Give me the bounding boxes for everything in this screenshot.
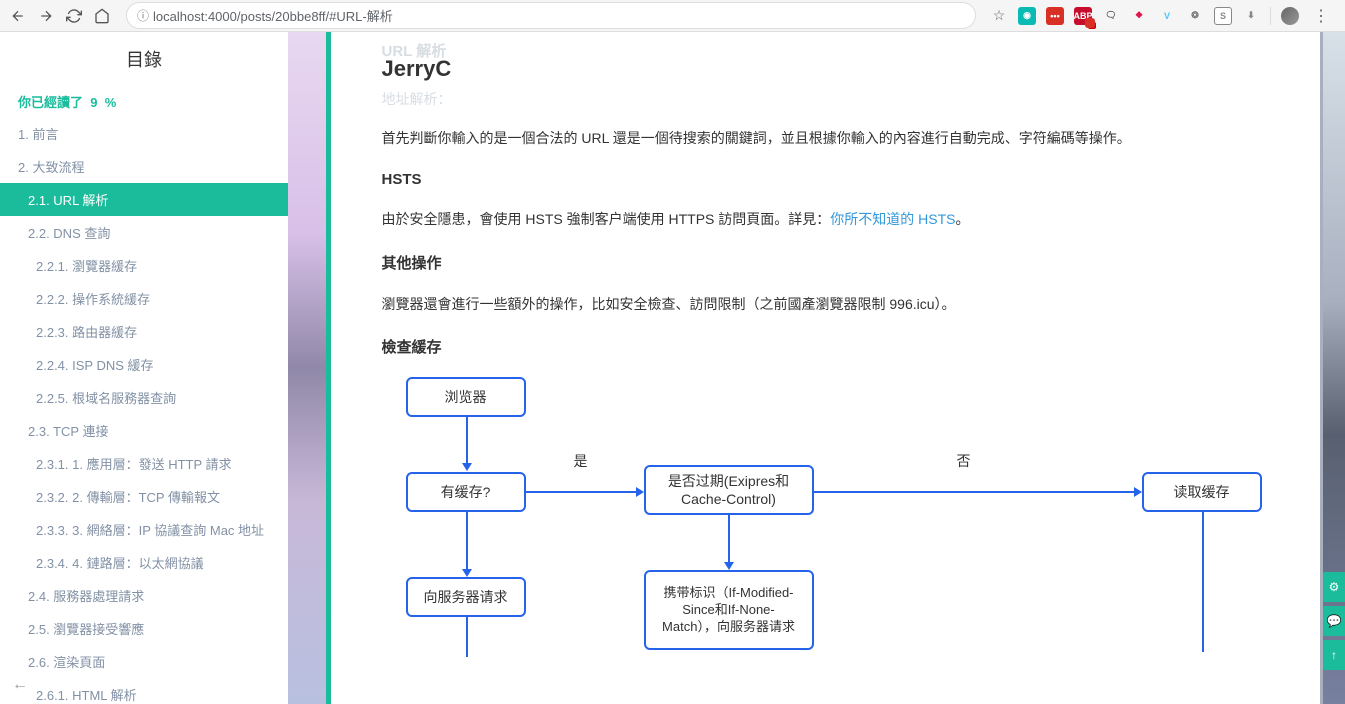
- url-host: localhost:4000/posts/20bbe8ff/#URL-解析: [153, 6, 393, 25]
- toc-sidebar: 目錄 你已經讀了 9 % 1. 前言2. 大致流程2.1. URL 解析2.2.…: [0, 32, 288, 704]
- reload-button[interactable]: [64, 6, 84, 26]
- toc-item-15[interactable]: 2.5. 瀏覽器接受響應: [0, 612, 288, 645]
- toc-item-13[interactable]: 2.3.4. 4. 鏈路層：以太網協議: [0, 546, 288, 579]
- extension-icon-7[interactable]: S: [1214, 7, 1232, 25]
- toc-item-14[interactable]: 2.4. 服務器處理請求: [0, 579, 288, 612]
- extension-icon-2[interactable]: •••: [1046, 7, 1064, 25]
- download-icon[interactable]: ⬇: [1242, 7, 1260, 25]
- toc-item-3[interactable]: 2.2. DNS 查詢: [0, 216, 288, 249]
- flowchart-yes-label: 是: [574, 451, 588, 471]
- abp-extension-icon[interactable]: ABP1: [1074, 7, 1092, 25]
- toc-item-1[interactable]: 2. 大致流程: [0, 150, 288, 183]
- float-action-buttons: ⚙ 💬 ↑: [1323, 572, 1345, 674]
- article-content: URL 解析 JerryC 地址解析： 首先判斷你輸入的是一個合法的 URL 還…: [326, 32, 1316, 704]
- flowchart-request-server-box: 向服务器请求: [406, 577, 526, 617]
- extension-icon-5[interactable]: V: [1158, 7, 1176, 25]
- toc-item-6[interactable]: 2.2.3. 路由器緩存: [0, 315, 288, 348]
- heading-hsts: HSTS: [382, 171, 1260, 188]
- flowchart-read-cache-box: 读取缓存: [1142, 472, 1262, 512]
- faded-section-text: 地址解析：: [382, 89, 1260, 109]
- comment-float-button[interactable]: 💬: [1323, 606, 1345, 636]
- paragraph-2: 由於安全隱患，會使用 HSTS 強制客户端使用 HTTPS 訪問頁面。詳見：你所…: [382, 208, 1260, 232]
- flowchart-browser-box: 浏览器: [406, 377, 526, 417]
- home-button[interactable]: [92, 6, 112, 26]
- cache-flowchart: 浏览器 有缓存? 是 是否过期(Exipres和Cache-Control) 否: [382, 377, 1260, 697]
- toc-item-0[interactable]: 1. 前言: [0, 117, 288, 150]
- paragraph-3: 瀏覽器還會進行一些額外的操作，比如安全檢查、訪問限制（之前國產瀏覽器限制 996…: [382, 293, 1260, 317]
- toc-item-5[interactable]: 2.2.2. 操作系統緩存: [0, 282, 288, 315]
- toc-item-11[interactable]: 2.3.2. 2. 傳輸層：TCP 傳輸報文: [0, 480, 288, 513]
- blog-title[interactable]: JerryC: [382, 56, 452, 82]
- back-button[interactable]: [8, 6, 28, 26]
- flowchart-has-cache-box: 有缓存?: [406, 472, 526, 512]
- toc-item-16[interactable]: 2.6. 渲染頁面: [0, 645, 288, 678]
- flowchart-no-label: 否: [957, 451, 971, 471]
- extension-bar: ☆ ◉ ••• ABP1 🗨 ❖ V ❂ S ⬇ ⋮: [990, 6, 1337, 26]
- settings-float-button[interactable]: ⚙: [1323, 572, 1345, 602]
- toc-item-10[interactable]: 2.3.1. 1. 應用層：發送 HTTP 請求: [0, 447, 288, 480]
- chrome-menu-icon[interactable]: ⋮: [1309, 6, 1333, 26]
- browser-toolbar: ⓘ localhost:4000/posts/20bbe8ff/#URL-解析 …: [0, 0, 1345, 32]
- toc-item-12[interactable]: 2.3.3. 3. 網絡層：IP 協議查詢 Mac 地址: [0, 513, 288, 546]
- flowchart-expired-box: 是否过期(Exipres和Cache-Control): [644, 465, 814, 515]
- extension-icon-3[interactable]: 🗨: [1102, 7, 1120, 25]
- extension-icon-1[interactable]: ◉: [1018, 7, 1036, 25]
- forward-button[interactable]: [36, 6, 56, 26]
- paragraph-1: 首先判斷你輸入的是一個合法的 URL 還是一個待搜索的關鍵詞，並且根據你輸入的內…: [382, 127, 1260, 151]
- site-info-icon[interactable]: ⓘ: [137, 7, 149, 24]
- toc-item-8[interactable]: 2.2.5. 根域名服務器查詢: [0, 381, 288, 414]
- extension-icon-6[interactable]: ❂: [1186, 7, 1204, 25]
- extension-icon-4[interactable]: ❖: [1130, 7, 1148, 25]
- toc-title: 目錄: [0, 32, 288, 86]
- bookmark-star-icon[interactable]: ☆: [990, 7, 1008, 25]
- address-bar[interactable]: ⓘ localhost:4000/posts/20bbe8ff/#URL-解析: [126, 2, 976, 29]
- flowchart-conditional-request-box: 携带标识（If-Modified-Since和If-None-Match），向服…: [644, 570, 814, 650]
- heading-other: 其他操作: [382, 252, 1260, 273]
- heading-cache: 檢查緩存: [382, 336, 1260, 357]
- toc-item-9[interactable]: 2.3. TCP 連接: [0, 414, 288, 447]
- hsts-link[interactable]: 你所不知道的 HSTS: [830, 211, 955, 227]
- toc-item-2[interactable]: 2.1. URL 解析: [0, 183, 288, 216]
- reading-progress: 你已經讀了 9 %: [0, 86, 288, 117]
- toc-item-7[interactable]: 2.2.4. ISP DNS 緩存: [0, 348, 288, 381]
- profile-avatar[interactable]: [1281, 7, 1299, 25]
- sidebar-back-icon[interactable]: ←: [12, 676, 28, 694]
- faded-section-heading: URL 解析: [382, 40, 1260, 61]
- scroll-top-float-button[interactable]: ↑: [1323, 640, 1345, 670]
- toc-item-4[interactable]: 2.2.1. 瀏覽器緩存: [0, 249, 288, 282]
- toc-item-17[interactable]: 2.6.1. HTML 解析: [0, 678, 288, 704]
